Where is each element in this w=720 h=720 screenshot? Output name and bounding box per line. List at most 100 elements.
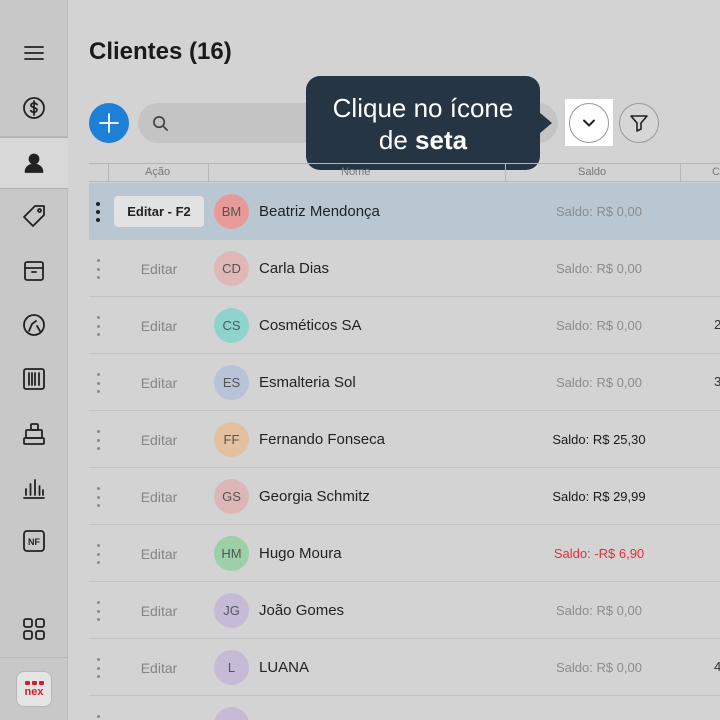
avatar: GS <box>214 479 249 514</box>
client-name: Carla Dias <box>259 260 330 277</box>
row-menu-icon[interactable] <box>95 658 101 678</box>
client-name: João Gomes <box>259 602 345 619</box>
plus-icon <box>99 113 119 133</box>
table-row[interactable]: Editar GS Georgia Schmitz Saldo: R$ 29,9… <box>89 468 720 525</box>
edit-button[interactable]: Editar - F2 <box>114 196 204 227</box>
logo-dots <box>24 680 44 685</box>
edit-button[interactable]: Editar <box>114 652 204 683</box>
sidebar: NF nex <box>0 0 68 720</box>
dollar-icon[interactable] <box>0 82 68 134</box>
client-extra: 2 <box>714 317 720 332</box>
barcode-icon[interactable] <box>0 353 68 405</box>
client-name: Beatriz Mendonça <box>259 203 380 220</box>
row-menu-icon[interactable] <box>95 487 101 507</box>
avatar: JG <box>214 593 249 628</box>
tooltip-line1: Clique no ícone <box>332 93 514 123</box>
apps-grid-icon[interactable] <box>0 603 68 655</box>
table-row[interactable]: Editar HM Hugo Moura Saldo: -R$ 6,90 <box>89 525 720 582</box>
table-row[interactable]: Editar JG João Gomes Saldo: R$ 0,00 <box>89 582 720 639</box>
header-action[interactable]: Ação <box>145 166 170 178</box>
svg-text:NF: NF <box>28 537 40 547</box>
edit-button[interactable]: Editar <box>114 595 204 626</box>
tooltip: Clique no ícone de seta <box>306 76 540 170</box>
tooltip-arrow <box>539 112 552 134</box>
client-saldo: Saldo: -R$ 6,90 <box>553 546 645 561</box>
client-saldo: Saldo: R$ 0,00 <box>555 603 642 618</box>
avatar: HM <box>214 536 249 571</box>
row-menu-icon[interactable] <box>95 601 101 621</box>
client-name: Fernando Fonseca <box>259 431 385 448</box>
sidebar-divider-bottom <box>0 657 68 658</box>
row-menu-icon[interactable] <box>95 715 101 720</box>
table-row-partial[interactable] <box>89 696 720 720</box>
table-header: Ação Nome Saldo C <box>89 163 720 182</box>
table-row[interactable]: Editar FF Fernando Fonseca Saldo: R$ 25,… <box>89 411 720 468</box>
avatar: L <box>214 650 249 685</box>
tooltip-line2-bold: seta <box>415 125 468 155</box>
header-name[interactable]: Nome <box>341 166 370 178</box>
edit-button[interactable]: Editar <box>114 424 204 455</box>
client-saldo: Saldo: R$ 0,00 <box>555 318 642 333</box>
client-saldo: Saldo: R$ 0,00 <box>555 261 642 276</box>
client-name: Cosméticos SA <box>259 317 362 334</box>
header-separator <box>108 164 109 182</box>
person-icon <box>24 153 44 173</box>
register-icon[interactable] <box>0 408 68 460</box>
row-menu-icon[interactable] <box>95 430 101 450</box>
edit-button[interactable]: Editar <box>114 538 204 569</box>
edit-button[interactable]: Editar <box>114 481 204 512</box>
table-row[interactable]: Editar L LUANA Saldo: R$ 0,00 4 <box>89 639 720 696</box>
edit-button[interactable]: Editar <box>114 253 204 284</box>
avatar: FF <box>214 422 249 457</box>
row-menu-icon[interactable] <box>95 202 101 222</box>
nf-icon[interactable]: NF <box>0 515 68 567</box>
avatar: BM <box>214 194 249 229</box>
header-separator <box>505 164 506 182</box>
avatar: ES <box>214 365 249 400</box>
client-saldo: Saldo: R$ 0,00 <box>555 375 642 390</box>
client-saldo: Saldo: R$ 29,99 <box>552 489 646 504</box>
client-extra: 3 <box>714 374 720 389</box>
tag-icon[interactable] <box>0 190 68 242</box>
sidebar-item-clientes[interactable] <box>0 137 68 189</box>
expand-button[interactable] <box>569 103 609 143</box>
client-saldo: Saldo: R$ 25,30 <box>552 432 646 447</box>
filter-icon <box>630 115 648 132</box>
client-name: LUANA <box>259 659 310 676</box>
search-icon <box>153 115 168 131</box>
row-menu-icon[interactable] <box>95 544 101 564</box>
box-icon[interactable] <box>0 245 68 297</box>
client-name: Georgia Schmitz <box>259 488 370 505</box>
edit-button[interactable]: Editar <box>114 367 204 398</box>
client-name: Esmalteria Sol <box>259 374 356 391</box>
avatar <box>214 707 249 720</box>
chart-icon[interactable] <box>0 462 68 514</box>
client-saldo: Saldo: R$ 0,00 <box>555 660 642 675</box>
logo-text: nex <box>24 685 44 698</box>
client-saldo: Saldo: R$ 0,00 <box>555 204 642 219</box>
gauge-icon[interactable] <box>0 299 68 351</box>
chevron-down-icon <box>583 119 595 127</box>
menu-icon[interactable] <box>0 27 68 79</box>
header-extra[interactable]: C <box>712 166 720 178</box>
avatar: CD <box>214 251 249 286</box>
table-row[interactable]: Editar - F2 BM Beatriz Mendonça Saldo: R… <box>89 183 720 240</box>
table-row[interactable]: Editar CD Carla Dias Saldo: R$ 0,00 <box>89 240 720 297</box>
edit-button[interactable]: Editar <box>114 310 204 341</box>
tooltip-line2: de seta <box>306 124 540 156</box>
client-extra: 4 <box>714 659 720 674</box>
table-row[interactable]: Editar ES Esmalteria Sol Saldo: R$ 0,00 … <box>89 354 720 411</box>
row-menu-icon[interactable] <box>95 316 101 336</box>
nex-logo[interactable]: nex <box>16 671 52 707</box>
row-menu-icon[interactable] <box>95 373 101 393</box>
header-separator <box>680 164 681 182</box>
header-separator <box>208 164 209 182</box>
table-row[interactable]: Editar CS Cosméticos SA Saldo: R$ 0,00 2 <box>89 297 720 354</box>
add-client-button[interactable] <box>89 103 129 143</box>
avatar: CS <box>214 308 249 343</box>
tooltip-line2-prefix: de <box>378 125 416 155</box>
row-menu-icon[interactable] <box>95 259 101 279</box>
filter-button[interactable] <box>619 103 659 143</box>
header-saldo[interactable]: Saldo <box>578 166 606 178</box>
page-title: Clientes (16) <box>89 38 232 65</box>
